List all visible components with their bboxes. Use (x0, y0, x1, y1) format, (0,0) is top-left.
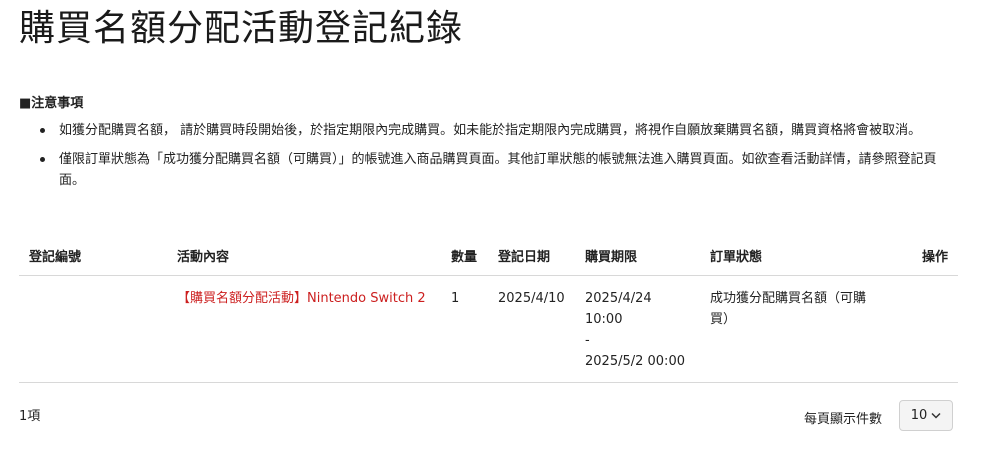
activity-link[interactable]: 【購買名額分配活動】Nintendo Switch 2 (177, 291, 426, 306)
header-quantity: 數量 (441, 235, 488, 276)
table-header-row: 登記編號 活動內容 數量 登記日期 購買期限 訂單狀態 操作 (19, 235, 958, 276)
cell-purchase-deadline: 2025/4/24 10:00 - 2025/5/2 00:00 (575, 275, 700, 383)
header-registration-id: 登記編號 (19, 235, 167, 276)
header-activity: 活動內容 (167, 235, 441, 276)
cell-activity: 【購買名額分配活動】Nintendo Switch 2 (167, 275, 441, 383)
registration-table: 登記編號 活動內容 數量 登記日期 購買期限 訂單狀態 操作 【購買名額分配活動… (19, 235, 958, 383)
notes-heading: ■注意事項 (19, 96, 84, 111)
deadline-end: 2025/5/2 00:00 (585, 354, 685, 369)
cell-order-status: 成功獲分配購買名額（可購買） (700, 275, 890, 383)
cell-action (890, 275, 958, 383)
result-count: 1項 (19, 409, 41, 424)
notes-list: 如獲分配購買名額， 請於購買時段開始後，於指定期限內完成購買。如未能於指定期限內… (38, 120, 958, 199)
per-page-label: 每頁顯示件數 (804, 412, 883, 427)
per-page-select[interactable]: 10 (899, 400, 953, 431)
header-registration-date: 登記日期 (488, 235, 575, 276)
note-item: 僅限訂單狀態為「成功獲分配購買名額（可購買）」的帳號進入商品購買頁面。其他訂單狀… (38, 149, 958, 191)
per-page-value: 10 (910, 408, 928, 423)
page-title: 購買名額分配活動登記紀錄 (19, 8, 464, 49)
note-item: 如獲分配購買名額， 請於購買時段開始後，於指定期限內完成購買。如未能於指定期限內… (38, 120, 958, 141)
cell-registration-date: 2025/4/10 (488, 275, 575, 383)
page: 購買名額分配活動登記紀錄 ■注意事項 如獲分配購買名額， 請於購買時段開始後，於… (0, 0, 984, 456)
chevron-down-icon (931, 412, 941, 419)
table-row: 【購買名額分配活動】Nintendo Switch 2 1 2025/4/10 … (19, 275, 958, 383)
cell-quantity: 1 (441, 275, 488, 383)
header-order-status: 訂單狀態 (700, 235, 890, 276)
deadline-separator: - (585, 333, 590, 348)
header-action: 操作 (890, 235, 958, 276)
deadline-start: 2025/4/24 10:00 (585, 291, 652, 327)
header-purchase-deadline: 購買期限 (575, 235, 700, 276)
cell-registration-id (19, 275, 167, 383)
